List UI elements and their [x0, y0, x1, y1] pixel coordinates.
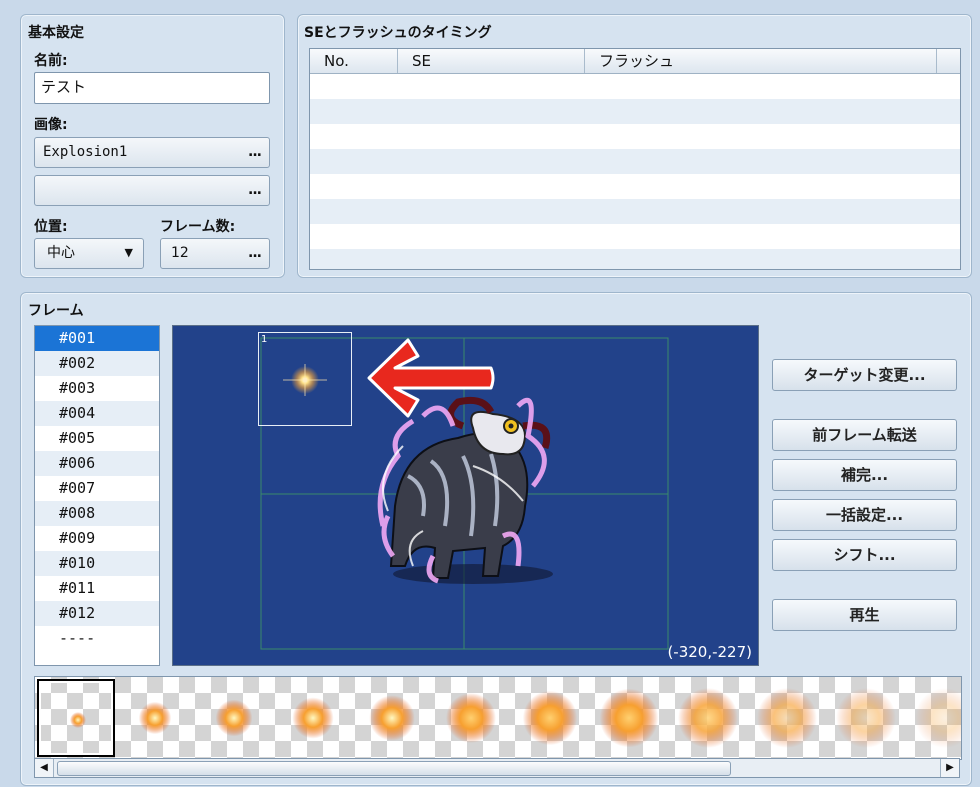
- frame-count-browse-dots: ...: [248, 245, 262, 261]
- batch-settings-button[interactable]: 一括設定...: [772, 499, 957, 531]
- pattern-cell[interactable]: [906, 679, 961, 757]
- col-se[interactable]: SE: [398, 49, 585, 73]
- se-timing-title: SEとフラッシュのタイミング: [304, 25, 492, 41]
- list-item[interactable]: ----: [35, 626, 159, 651]
- pattern-cell[interactable]: [195, 679, 273, 757]
- animation-canvas[interactable]: 1 (-320,-227): [172, 325, 759, 666]
- list-item[interactable]: #004: [35, 401, 159, 426]
- col-no[interactable]: No.: [310, 49, 398, 73]
- pattern-cell[interactable]: [37, 679, 115, 757]
- se-timing-table[interactable]: No. SE フラッシュ: [309, 48, 961, 270]
- list-item[interactable]: #001: [35, 326, 159, 351]
- target-monster-sprite: [377, 396, 553, 584]
- pattern-cell[interactable]: [353, 679, 431, 757]
- cursor-coordinates: (-320,-227): [667, 643, 752, 661]
- list-item[interactable]: #006: [35, 451, 159, 476]
- name-input[interactable]: テスト: [34, 72, 270, 104]
- list-item[interactable]: #005: [35, 426, 159, 451]
- copy-previous-frame-button[interactable]: 前フレーム転送: [772, 419, 957, 451]
- image2-browse-dots: ...: [248, 182, 262, 198]
- image2-picker[interactable]: ...: [34, 175, 270, 206]
- triangle-down-icon: ▼: [124, 246, 133, 259]
- position-select[interactable]: 中心 ▼: [34, 238, 144, 269]
- table-row[interactable]: [310, 199, 960, 224]
- tween-button[interactable]: 補完...: [772, 459, 957, 491]
- image-label: 画像:: [34, 117, 68, 133]
- pattern-cell[interactable]: [432, 679, 510, 757]
- pattern-cell[interactable]: [827, 679, 905, 757]
- list-item[interactable]: #003: [35, 376, 159, 401]
- scroll-right-icon[interactable]: ▶: [940, 759, 959, 777]
- list-item[interactable]: #010: [35, 551, 159, 576]
- image1-picker[interactable]: Explosion1 ...: [34, 137, 270, 168]
- list-item[interactable]: #007: [35, 476, 159, 501]
- table-row[interactable]: [310, 99, 960, 124]
- table-row[interactable]: [310, 74, 960, 99]
- position-label: 位置:: [34, 219, 68, 235]
- scroll-left-icon[interactable]: ◀: [35, 759, 54, 777]
- list-item[interactable]: #009: [35, 526, 159, 551]
- cell-pattern-strip[interactable]: [34, 676, 962, 760]
- play-button[interactable]: 再生: [772, 599, 957, 631]
- frame-count-picker[interactable]: 12 ...: [160, 238, 270, 269]
- frame-count-value: 12: [171, 245, 189, 261]
- image1-browse-dots: ...: [248, 144, 262, 160]
- list-item[interactable]: #008: [35, 501, 159, 526]
- shift-button[interactable]: シフト...: [772, 539, 957, 571]
- image1-value: Explosion1: [43, 144, 128, 160]
- horizontal-scrollbar[interactable]: ◀ ▶: [34, 758, 960, 778]
- table-row[interactable]: [310, 224, 960, 249]
- col-flash[interactable]: フラッシュ: [585, 49, 937, 73]
- frame-list[interactable]: #001 #002 #003 #004 #005 #006 #007 #008 …: [34, 325, 160, 666]
- pattern-cell[interactable]: [748, 679, 826, 757]
- frame-count-label: フレーム数:: [160, 219, 236, 235]
- pattern-cell[interactable]: [590, 679, 668, 757]
- pattern-cell[interactable]: [274, 679, 352, 757]
- frame-title: フレーム: [28, 303, 84, 319]
- table-row[interactable]: [310, 124, 960, 149]
- table-row[interactable]: [310, 149, 960, 174]
- pattern-cell[interactable]: [669, 679, 747, 757]
- pattern-cell[interactable]: [116, 679, 194, 757]
- scrollbar-thumb[interactable]: [57, 761, 731, 776]
- list-item[interactable]: #012: [35, 601, 159, 626]
- se-table-header: No. SE フラッシュ: [310, 49, 960, 74]
- pattern-cell[interactable]: [511, 679, 589, 757]
- position-value: 中心: [47, 245, 75, 261]
- table-row[interactable]: [310, 249, 960, 269]
- basic-settings-title: 基本設定: [28, 25, 84, 41]
- table-row[interactable]: [310, 174, 960, 199]
- list-item[interactable]: #002: [35, 351, 159, 376]
- target-change-button[interactable]: ターゲット変更...: [772, 359, 957, 391]
- list-item[interactable]: #011: [35, 576, 159, 601]
- name-label: 名前:: [34, 53, 68, 69]
